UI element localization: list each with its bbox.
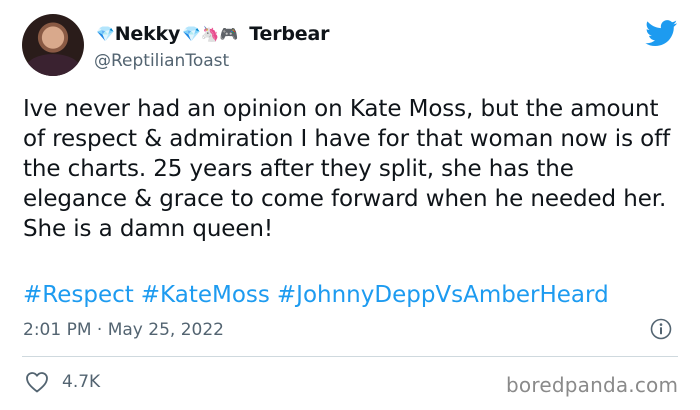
- like-count: 4.7K: [62, 372, 101, 392]
- heart-icon[interactable]: [25, 371, 49, 393]
- emoji-group: 💎🦄🎮: [182, 25, 239, 43]
- avatar[interactable]: [22, 14, 84, 76]
- author-handle[interactable]: @ReptilianToast: [94, 51, 229, 71]
- source-watermark: boredpanda.com: [506, 373, 679, 397]
- info-icon[interactable]: [650, 318, 672, 340]
- divider: [22, 356, 678, 357]
- tweet-timestamp[interactable]: 2:01 PM · May 25, 2022: [23, 320, 224, 340]
- tweet-text: Ive never had an opinion on Kate Moss, b…: [23, 96, 671, 242]
- hashtag-link[interactable]: #KateMoss: [141, 282, 270, 308]
- display-name-2[interactable]: Terbear: [249, 23, 329, 45]
- hashtag-link[interactable]: #Respect: [23, 282, 134, 308]
- gem-emoji: 💎: [96, 25, 115, 43]
- twitter-bird-icon[interactable]: [645, 20, 678, 47]
- hashtag-link[interactable]: #JohnnyDeppVsAmberHeard: [277, 282, 609, 308]
- display-name[interactable]: Nekky: [115, 23, 181, 45]
- author-name-line[interactable]: 💎Nekky 💎🦄🎮 Terbear: [94, 23, 329, 45]
- hashtag-row: #Respect #KateMoss #JohnnyDeppVsAmberHeard: [23, 280, 616, 310]
